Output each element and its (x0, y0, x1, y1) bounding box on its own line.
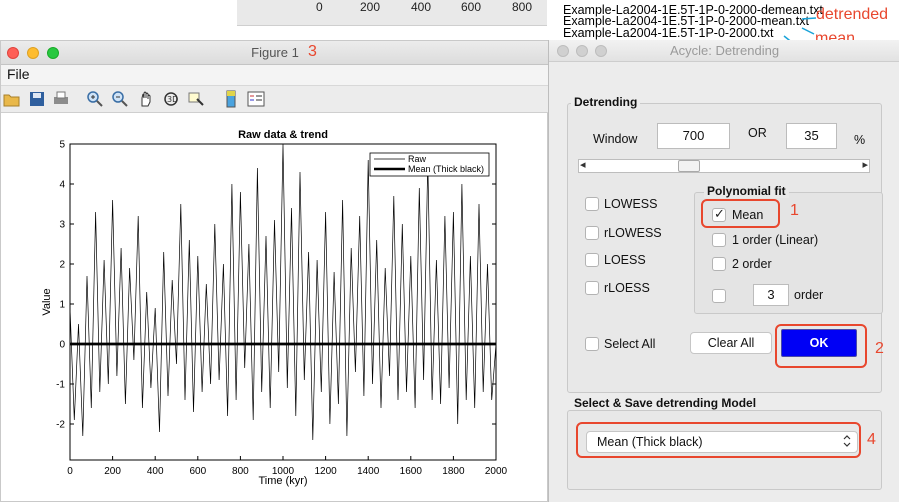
chart-title: Raw data & trend (238, 129, 328, 141)
clear-all-button[interactable]: Clear All (690, 332, 772, 354)
percent-input[interactable]: 35 (786, 123, 837, 149)
bg-tick: 800 (512, 0, 533, 14)
detrending-panel-title: Detrending (571, 95, 641, 109)
window-label: Window (593, 132, 638, 146)
annotation-3: 3 (308, 43, 317, 60)
checkbox-linear[interactable] (712, 233, 726, 247)
rotate-icon[interactable]: 3D (162, 90, 180, 108)
figure-menubar: File (1, 65, 549, 85)
y-tick-label: 5 (59, 140, 65, 151)
select-all-label: Select All (604, 337, 656, 351)
y-tick-label: 3 (59, 220, 65, 231)
model-select-value: Mean (Thick black) (597, 435, 703, 449)
save-icon[interactable] (28, 90, 46, 108)
slider-left-arrow-icon[interactable]: ◂ (580, 158, 586, 171)
annotation-1: 1 (790, 202, 799, 219)
x-tick-label: 1200 (314, 466, 337, 477)
model-panel-title: Select & Save detrending Model (571, 396, 760, 410)
checkbox-2-order[interactable] (712, 257, 726, 271)
dialog-titlebar: Acycle: Detrending (549, 40, 899, 62)
rlowess-label: rLOWESS (604, 226, 662, 240)
model-select[interactable]: Mean (Thick black) (586, 431, 858, 453)
annotation-4: 4 (867, 431, 876, 448)
data-cursor-icon[interactable] (187, 90, 205, 108)
print-icon[interactable] (52, 90, 70, 108)
bg-tick: 0 (316, 0, 323, 14)
order-2-label: 2 order (732, 257, 772, 271)
background-axis-strip: 0 200 400 600 800 (237, 0, 547, 26)
linear-label: 1 order (Linear) (732, 233, 819, 247)
checkbox-lowess[interactable] (585, 197, 599, 211)
mean-label: Mean (732, 208, 764, 222)
chevron-updown-icon (843, 434, 851, 449)
file-list-item[interactable]: Example-La2004-1E.5T-1P-0-2000.txt (563, 26, 774, 40)
x-axis-label: Time (kyr) (258, 475, 307, 487)
y-tick-label: 1 (59, 300, 65, 311)
y-tick-label: -2 (56, 420, 65, 431)
pan-icon[interactable] (137, 90, 155, 108)
y-tick-label: 2 (59, 260, 65, 271)
slider-thumb[interactable] (677, 160, 700, 172)
open-icon[interactable] (3, 90, 21, 108)
x-tick-label: 200 (104, 466, 121, 477)
x-tick-label: 1800 (442, 466, 465, 477)
menu-file[interactable]: File (7, 66, 30, 82)
bg-tick: 200 (360, 0, 381, 14)
bg-tick: 400 (411, 0, 432, 14)
zoom-in-icon[interactable] (86, 90, 104, 108)
annotation-2: 2 (875, 340, 884, 357)
figure-title: Figure 1 (251, 45, 299, 60)
y-tick-label: 4 (59, 180, 65, 191)
x-tick-label: 800 (232, 466, 249, 477)
checkbox-n-order[interactable] (712, 289, 726, 303)
percent-label: % (854, 133, 866, 147)
legend-label-mean: Mean (Thick black) (408, 164, 484, 174)
y-tick-label: -1 (56, 380, 65, 391)
lowess-label: LOWESS (604, 197, 658, 211)
legend-label-raw: Raw (408, 154, 427, 164)
colorbar-icon[interactable] (222, 90, 240, 108)
checkbox-mean[interactable] (712, 206, 726, 222)
order-label: order (794, 288, 824, 302)
x-tick-label: 600 (189, 466, 206, 477)
polynomial-panel-title: Polynomial fit (704, 184, 789, 198)
window-slider[interactable]: ◂ ▸ (578, 159, 870, 173)
x-tick-label: 0 (67, 466, 73, 477)
axes-box (69, 143, 497, 461)
annotation-detrended: detrended (816, 6, 889, 23)
legend-icon[interactable] (247, 90, 265, 108)
x-tick-label: 400 (147, 466, 164, 477)
order-input[interactable]: 3 (753, 284, 789, 306)
checkbox-select-all[interactable] (585, 337, 599, 351)
dialog-title: Acycle: Detrending (669, 43, 780, 58)
x-tick-label: 2000 (485, 466, 508, 477)
window-input[interactable]: 700 (657, 123, 730, 149)
ok-button[interactable]: OK (781, 329, 857, 357)
figure-titlebar: Figure 1 3 (1, 41, 549, 65)
svg-text:3D: 3D (167, 95, 178, 104)
x-tick-label: 1400 (357, 466, 380, 477)
y-axis-label: Value (41, 288, 53, 315)
figure-window: Figure 1 3 File 3D Raw data & trend 0 20… (0, 40, 549, 503)
plot-area[interactable]: Raw data & trend 0 200 400 600 800 1000 1200 14… (1, 113, 547, 503)
zoom-out-icon[interactable] (111, 90, 129, 108)
or-label: OR (748, 126, 767, 140)
x-tick-label: 1600 (400, 466, 423, 477)
y-tick-label: 0 (59, 340, 65, 351)
checkbox-rloess[interactable] (585, 281, 599, 295)
legend: Raw Mean (Thick black) (369, 152, 490, 177)
bg-tick: 600 (461, 0, 482, 14)
checkbox-rlowess[interactable] (585, 226, 599, 240)
rloess-label: rLOESS (604, 281, 650, 295)
figure-toolbar: 3D (1, 85, 549, 113)
loess-label: LOESS (604, 253, 646, 267)
checkbox-loess[interactable] (585, 253, 599, 267)
slider-right-arrow-icon[interactable]: ▸ (862, 158, 868, 171)
detrending-dialog: Acycle: Detrending Detrending Window 700… (548, 40, 899, 502)
